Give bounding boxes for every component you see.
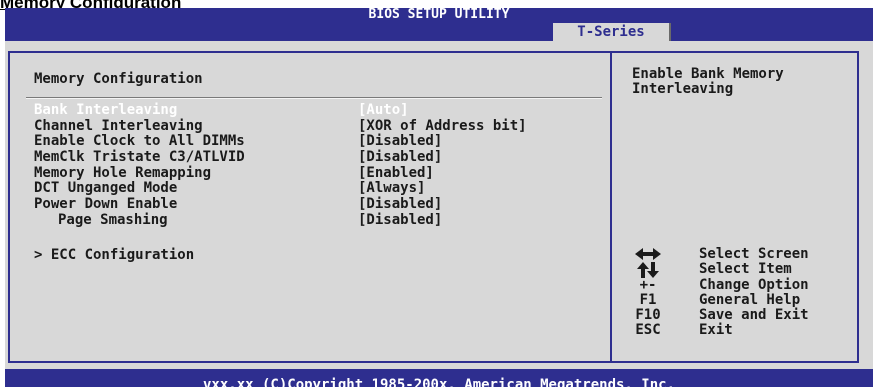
setting-value[interactable]: [Auto] <box>358 102 409 119</box>
key-row-general-help: F1 General Help <box>626 291 851 308</box>
key-legend: Select Screen Select Item +- Change Opti… <box>626 246 851 339</box>
setting-value[interactable]: [Disabled] <box>358 149 442 166</box>
setting-value[interactable]: [Always] <box>358 181 425 197</box>
section-title: Memory Configuration <box>34 71 203 87</box>
left-right-arrows-icon <box>626 247 670 262</box>
key-row-exit: ESC Exit <box>626 322 851 339</box>
setting-label: Page Smashing <box>58 211 168 228</box>
key-description: Save and Exit <box>699 307 809 324</box>
key-f10: F10 <box>635 307 661 324</box>
key-esc: ESC <box>635 322 661 339</box>
key-row-save-exit: F10 Save and Exit <box>626 307 851 324</box>
setting-memclk-tristate[interactable]: MemClk Tristate C3/ATLVID [Disabled] <box>34 149 604 166</box>
setting-power-down-enable[interactable]: Power Down Enable [Disabled] <box>34 196 604 213</box>
key-row-select-screen: Select Screen <box>626 246 851 262</box>
panel-frame: Memory Configuration Bank Interleaving [… <box>8 51 859 363</box>
setting-value[interactable]: [Disabled] <box>358 212 442 229</box>
help-text: Enable Bank Memory Interleaving <box>632 66 784 97</box>
setting-value[interactable]: [XOR of Address bit] <box>358 118 527 135</box>
key-description: Select Screen <box>699 246 809 262</box>
tab-bar: T-Series <box>5 22 873 42</box>
key-f1: F1 <box>639 291 657 308</box>
main-panel: Memory Configuration Bank Interleaving [… <box>5 45 873 369</box>
setting-value[interactable]: [Enabled] <box>358 165 434 182</box>
key-description: Exit <box>699 322 733 339</box>
setting-bank-interleaving[interactable]: Bank Interleaving [Auto] <box>34 102 604 119</box>
key-description: General Help <box>699 291 801 308</box>
key-row-change-option: +- Change Option <box>626 276 851 293</box>
tab-t-series[interactable]: T-Series <box>553 23 671 41</box>
setting-label: Memory Hole Remapping <box>34 164 212 181</box>
setting-dct-unganged-mode[interactable]: DCT Unganged Mode [Always] <box>34 181 604 197</box>
setting-label: Enable Clock to All DIMMs <box>34 133 245 150</box>
bios-screen: BIOS SETUP UTILITY T-Series Memory Confi… <box>5 8 873 387</box>
settings-list: Bank Interleaving [Auto] Channel Interle… <box>34 102 604 229</box>
key-description: Change Option <box>699 276 809 293</box>
key-row-select-item: Select Item <box>626 261 851 279</box>
setting-channel-interleaving[interactable]: Channel Interleaving [XOR of Address bit… <box>34 117 604 135</box>
setting-label: MemClk Tristate C3/ATLVID <box>34 149 245 166</box>
setting-label: DCT Unganged Mode <box>34 180 178 197</box>
bios-title: BIOS SETUP UTILITY <box>368 8 510 22</box>
section-separator <box>26 97 602 99</box>
setting-label: Bank Interleaving <box>34 102 178 118</box>
setting-value[interactable]: [Disabled] <box>358 196 442 213</box>
setting-enable-clock-all-dimms[interactable]: Enable Clock to All DIMMs [Disabled] <box>34 134 604 150</box>
key-description: Select Item <box>699 261 792 278</box>
setting-label: Power Down Enable <box>34 196 178 213</box>
settings-pane: Memory Configuration Bank Interleaving [… <box>10 53 610 361</box>
key-plus-minus: +- <box>639 276 657 293</box>
setting-memory-hole-remapping[interactable]: Memory Hole Remapping [Enabled] <box>34 164 604 182</box>
setting-value[interactable]: [Disabled] <box>358 134 442 150</box>
copyright-footer: vxx.xx (C)Copyright 1985-200x, American … <box>202 377 675 387</box>
help-pane: Enable Bank Memory Interleaving Select S… <box>612 53 857 361</box>
setting-page-smashing[interactable]: Page Smashing [Disabled] <box>34 211 604 229</box>
submenu-ecc-configuration[interactable]: > ECC Configuration <box>34 247 194 263</box>
setting-label: Channel Interleaving <box>34 117 203 134</box>
